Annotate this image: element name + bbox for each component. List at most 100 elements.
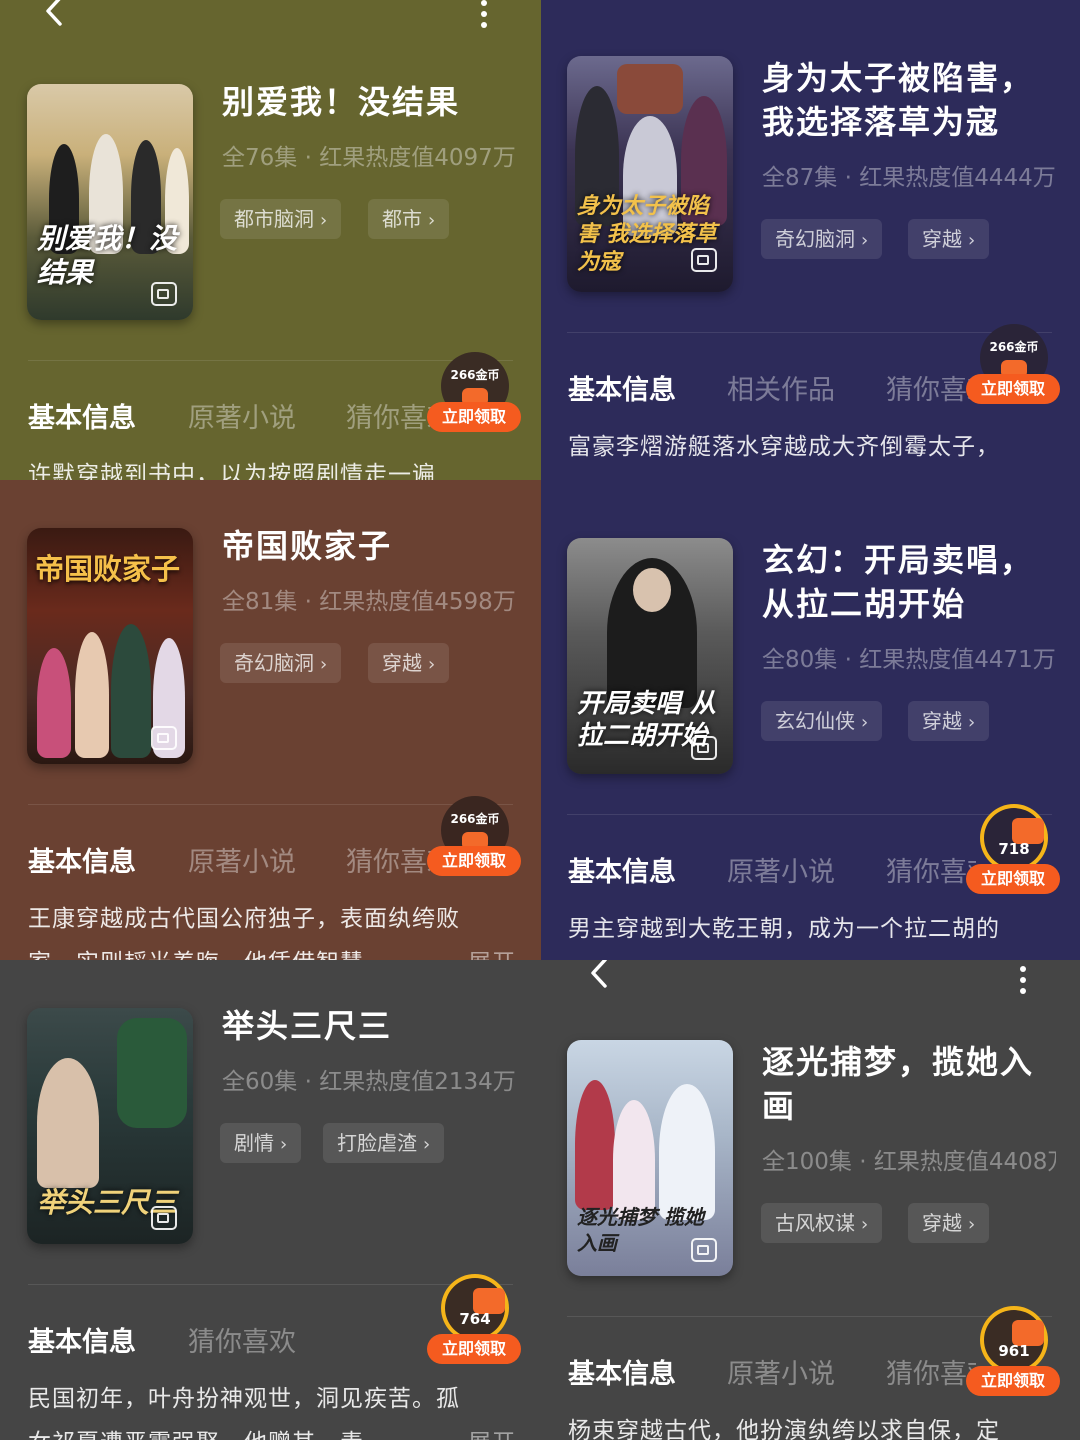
tab-basic-info[interactable]: 基本信息 — [28, 840, 136, 879]
drama-panel-2: 身为太子被陷害 我选择落草为寇 身为太子被陷害，我选择落草为寇 全87集 · 红… — [541, 0, 1080, 480]
cover-figure — [613, 1100, 655, 1220]
tab-basic-info[interactable]: 基本信息 — [568, 1352, 676, 1391]
drama-cover-image[interactable]: 别爱我！没结果 — [27, 84, 193, 320]
tag-fantasy[interactable]: 奇幻脑洞 › — [761, 219, 883, 259]
drama-meta: 全100集 · 红果热度值4408万 — [762, 1149, 1056, 1175]
fullscreen-icon — [691, 248, 717, 272]
more-options-icon[interactable] — [477, 0, 491, 30]
coin-reward-badge[interactable]: 266金币 立即领取 — [427, 352, 523, 438]
top-bar — [0, 0, 541, 32]
drama-cover-image[interactable]: 举头三尺三 — [27, 1008, 193, 1244]
tab-guess-you-like[interactable]: 猜你喜欢 — [346, 840, 436, 879]
drama-cover-image[interactable]: 帝国败家子 — [27, 528, 193, 764]
drama-panel-3: 帝国败家子 帝国败家子 全81集 · 红果热度值4598万 奇幻脑洞 › 穿越 › … — [0, 480, 541, 960]
coin-reward-badge[interactable]: 764 立即领取 — [427, 1274, 523, 1364]
coin-reward-badge[interactable]: 961 立即领取 — [966, 1306, 1062, 1396]
claim-button[interactable]: 立即领取 — [966, 864, 1060, 894]
cover-title-art: 帝国败家子 — [35, 552, 181, 586]
drama-cover-image[interactable]: 开局卖唱 从拉二胡开始 — [567, 538, 733, 774]
claim-button[interactable]: 立即领取 — [427, 846, 521, 876]
tag-urban-fantasy[interactable]: 都市脑洞 › — [220, 199, 342, 239]
tag-label: 都市脑洞 — [234, 207, 314, 231]
drama-meta: 全80集 · 红果热度值4471万 — [762, 647, 1056, 673]
coin-reward-badge[interactable]: 266金币 立即领取 — [427, 796, 523, 882]
tag-label: 穿越 — [922, 1211, 962, 1235]
synopsis: 富豪李熠游艇落水穿越成大齐倒霉太子， — [568, 434, 1000, 460]
coin-amount: 266金币 — [989, 340, 1039, 354]
more-options-icon[interactable] — [1016, 966, 1030, 996]
expand-link[interactable]: 展开 — [468, 1426, 528, 1440]
tag-label: 都市 — [382, 207, 422, 231]
drama-title: 逐光捕梦，揽她入画 — [762, 1043, 1035, 1125]
drama-cover-image[interactable]: 逐光捕梦 揽她入画 — [567, 1040, 733, 1276]
drama-panel-5: 举头三尺三 举头三尺三 全60集 · 红果热度值2134万 剧情 › 打脸虐渣 › … — [0, 960, 541, 1440]
tab-basic-info[interactable]: 基本信息 — [568, 850, 676, 889]
tab-guess-you-like[interactable]: 猜你喜欢 — [346, 396, 436, 435]
cover-figure — [37, 1058, 99, 1188]
tag-label: 打脸虐渣 — [337, 1131, 417, 1155]
back-arrow-icon[interactable] — [585, 960, 615, 988]
drama-cover-image[interactable]: 身为太子被陷害 我选择落草为寇 — [567, 56, 733, 292]
tab-guess-you-like[interactable]: 猜你喜欢 — [886, 1352, 976, 1391]
drama-meta: 全76集 · 红果热度值4097万 — [222, 145, 516, 171]
claim-button[interactable]: 立即领取 — [427, 1334, 521, 1364]
synopsis: 王康穿越成古代国公府独子，表面纨绔败 — [28, 906, 460, 932]
drama-panel-6: 逐光捕梦 揽她入画 逐光捕梦，揽她入画 全100集 · 红果热度值4408万 古… — [541, 960, 1080, 1440]
tag-urban[interactable]: 都市 › — [368, 199, 450, 239]
reward-circle: 961 — [980, 1306, 1048, 1374]
tag-label: 奇幻脑洞 — [775, 227, 855, 251]
coin-amount: 266金币 — [450, 368, 500, 382]
synopsis: 许默穿越到书中，以为按照剧情走一遍 — [28, 462, 436, 480]
tab-guess-you-like[interactable]: 猜你喜欢 — [886, 368, 976, 407]
tag-xianxia[interactable]: 玄幻仙侠 › — [761, 701, 883, 741]
tab-guess-you-like[interactable]: 猜你喜欢 — [886, 850, 976, 889]
tag-label: 穿越 — [922, 709, 962, 733]
synopsis: 男主穿越到大乾王朝，成为一个拉二胡的 — [568, 916, 1000, 942]
drama-meta: 全60集 · 红果热度值2134万 — [222, 1069, 516, 1095]
cover-figure — [633, 568, 671, 612]
tab-original-novel[interactable]: 原著小说 — [188, 396, 296, 435]
reward-amount: 718 — [998, 840, 1030, 858]
back-arrow-icon[interactable] — [40, 0, 70, 26]
tab-related-works[interactable]: 相关作品 — [727, 368, 835, 407]
tag-time-travel[interactable]: 穿越 › — [368, 643, 450, 683]
tag-time-travel[interactable]: 穿越 › — [908, 1203, 990, 1243]
drama-title: 举头三尺三 — [222, 1007, 393, 1045]
tag-label: 穿越 — [382, 651, 422, 675]
tag-label: 古风权谋 — [775, 1211, 855, 1235]
tag-face-slapping[interactable]: 打脸虐渣 › — [323, 1123, 445, 1163]
reward-circle: 764 — [441, 1274, 509, 1342]
tab-original-novel[interactable]: 原著小说 — [727, 1352, 835, 1391]
claim-button[interactable]: 立即领取 — [966, 1366, 1060, 1396]
drama-meta: 全87集 · 红果热度值4444万 — [762, 165, 1056, 191]
coin-reward-badge[interactable]: 266金币 立即领取 — [966, 324, 1062, 410]
tab-basic-info[interactable]: 基本信息 — [28, 1320, 136, 1359]
tab-guess-you-like[interactable]: 猜你喜欢 — [188, 1320, 296, 1359]
claim-button[interactable]: 立即领取 — [966, 374, 1060, 404]
tag-ancient-intrigue[interactable]: 古风权谋 › — [761, 1203, 883, 1243]
drama-meta: 全81集 · 红果热度值4598万 — [222, 589, 516, 615]
coin-reward-badge[interactable]: 718 立即领取 — [966, 804, 1062, 894]
tag-fantasy[interactable]: 奇幻脑洞 › — [220, 643, 342, 683]
tab-basic-info[interactable]: 基本信息 — [568, 368, 676, 407]
drama-panel-1: 别爱我！没结果 别爱我！没结果 全76集 · 红果热度值4097万 都市脑洞 › … — [0, 0, 541, 480]
tab-basic-info[interactable]: 基本信息 — [28, 396, 136, 435]
tag-time-travel[interactable]: 穿越 › — [908, 219, 990, 259]
cover-figure — [37, 648, 71, 758]
expand-link[interactable]: 展开 — [468, 946, 528, 960]
reward-amount: 764 — [459, 1310, 491, 1328]
synopsis-line-2: 家，实则韬光养晦，他凭借智慧 — [28, 946, 408, 960]
tag-drama[interactable]: 剧情 › — [220, 1123, 302, 1163]
fullscreen-icon — [691, 1238, 717, 1262]
tab-original-novel[interactable]: 原著小说 — [727, 850, 835, 889]
tag-label: 剧情 — [234, 1131, 274, 1155]
tag-time-travel[interactable]: 穿越 › — [908, 701, 990, 741]
tab-original-novel[interactable]: 原著小说 — [188, 840, 296, 879]
drama-title: 帝国败家子 — [222, 527, 393, 565]
cover-figure — [617, 64, 683, 114]
drama-title: 别爱我！没结果 — [222, 83, 461, 121]
cover-figure — [111, 624, 151, 758]
cover-figure — [75, 632, 109, 758]
synopsis: 杨束穿越古代，他扮演纨绔以求自保，定 — [568, 1418, 1000, 1440]
claim-button[interactable]: 立即领取 — [427, 402, 521, 432]
